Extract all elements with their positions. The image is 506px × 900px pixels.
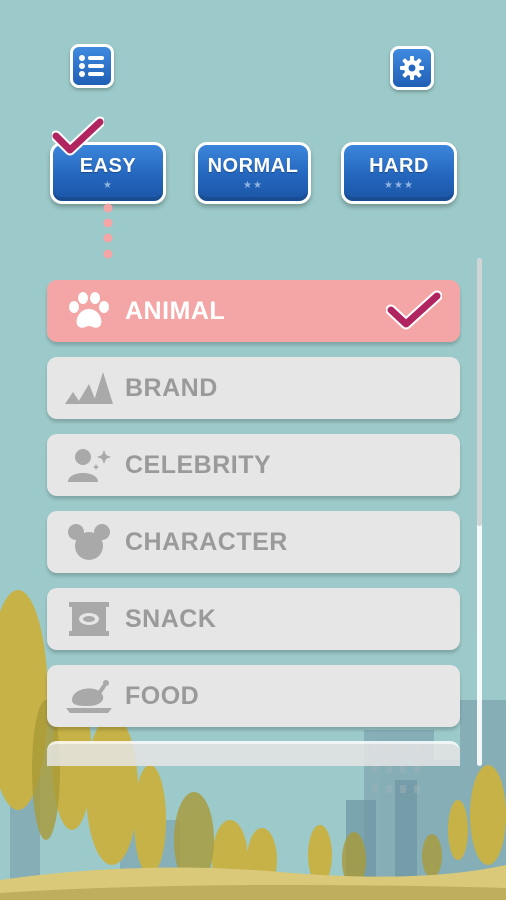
difficulty-label: HARD (369, 155, 429, 177)
gear-icon (400, 56, 424, 80)
difficulty-stars: ★ (103, 180, 113, 191)
roast-chicken-icon (63, 674, 115, 718)
mouse-head-icon (63, 520, 115, 564)
person-sparkle-icon (63, 443, 115, 487)
scrollbar-thumb[interactable] (477, 258, 482, 526)
connector-dots (103, 203, 113, 259)
scrollbar[interactable] (477, 258, 482, 766)
category-label: ANIMAL (125, 296, 226, 325)
list-icon (79, 55, 104, 77)
category-item-character[interactable]: CHARACTER (47, 511, 460, 573)
category-item-food[interactable]: FOOD (47, 665, 460, 727)
category-item-brand[interactable]: BRAND (47, 357, 460, 419)
stripes-icon (63, 366, 115, 410)
difficulty-label: NORMAL (207, 155, 299, 177)
difficulty-hard-button[interactable]: HARD ★★★ (341, 142, 457, 204)
difficulty-label: EASY (79, 155, 137, 177)
category-item-animal[interactable]: ANIMAL (47, 280, 460, 342)
snack-package-icon (63, 597, 115, 641)
category-label: BRAND (125, 373, 218, 402)
difficulty-stars: ★★ (243, 180, 263, 191)
selected-checkmark-icon (386, 290, 442, 330)
category-label: CHARACTER (125, 527, 288, 556)
category-label: FOOD (125, 681, 200, 710)
menu-list-button[interactable] (70, 44, 114, 88)
difficulty-stars: ★★★ (384, 180, 414, 191)
category-label: SNACK (125, 604, 217, 633)
easy-checkmark-icon (52, 116, 104, 156)
category-label: CELEBRITY (125, 450, 272, 479)
category-item-celebrity[interactable]: CELEBRITY (47, 434, 460, 496)
difficulty-normal-button[interactable]: NORMAL ★★ (195, 142, 311, 204)
category-item-partial[interactable] (47, 741, 460, 766)
paw-icon (63, 289, 115, 333)
settings-button[interactable] (390, 46, 434, 90)
category-item-snack[interactable]: SNACK (47, 588, 460, 650)
